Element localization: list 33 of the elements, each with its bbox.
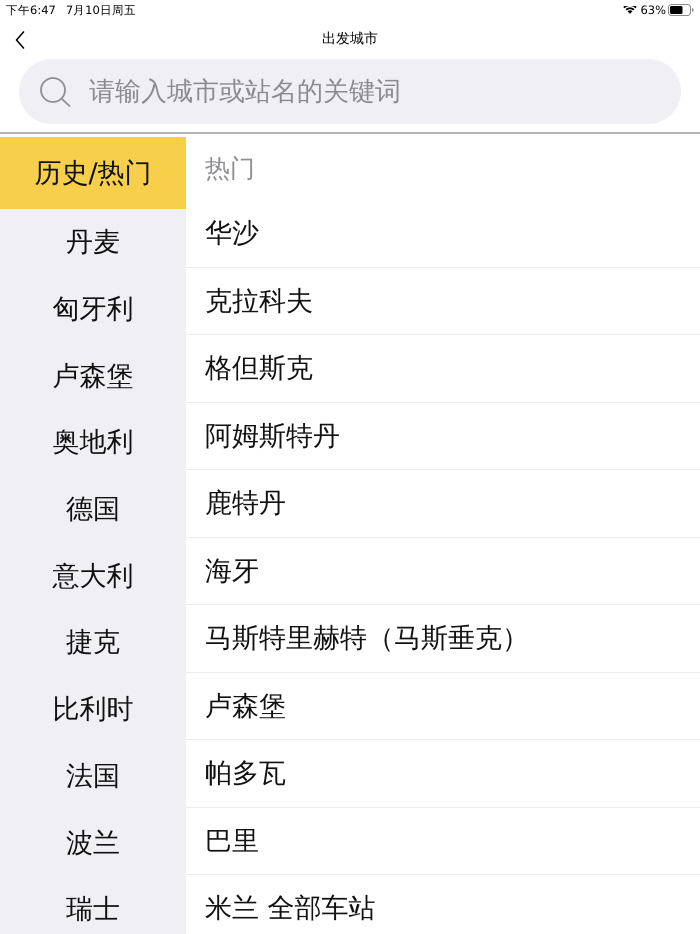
- city-row[interactable]: 鹿特丹: [186, 470, 700, 538]
- country-tab[interactable]: 意大利: [0, 542, 186, 610]
- country-tab[interactable]: 德国: [0, 476, 186, 542]
- status-time: 下午6:47: [6, 3, 56, 17]
- city-row[interactable]: 阿姆斯特丹: [186, 402, 700, 470]
- battery-percent: 63%: [640, 3, 666, 17]
- page-title: 出发城市: [322, 30, 378, 48]
- city-row[interactable]: 华沙: [186, 200, 700, 268]
- city-row[interactable]: 帕多瓦: [186, 740, 700, 808]
- city-row[interactable]: 卢森堡: [186, 672, 700, 740]
- city-row[interactable]: 格但斯克: [186, 335, 700, 402]
- country-tab[interactable]: 卢森堡: [0, 342, 186, 410]
- city-row[interactable]: 马斯特里赫特（马斯垂克）: [186, 605, 700, 672]
- wifi-icon: [623, 6, 638, 14]
- country-tab[interactable]: 法国: [0, 742, 186, 810]
- city-row[interactable]: 克拉科夫: [186, 268, 700, 335]
- search-field[interactable]: 请输入城市或站名的关键词: [19, 59, 681, 124]
- city-row[interactable]: 海牙: [186, 538, 700, 605]
- country-tab[interactable]: 历史/热门: [0, 137, 186, 209]
- country-tab[interactable]: 瑞士: [0, 876, 186, 934]
- status-date: 7月10日周五: [66, 3, 136, 17]
- chevron-left-icon: [15, 31, 25, 49]
- country-tab[interactable]: 捷克: [0, 609, 186, 676]
- city-row[interactable]: 巴里: [186, 808, 700, 875]
- country-tab[interactable]: 匈牙利: [0, 276, 186, 342]
- country-tab[interactable]: 丹麦: [0, 209, 186, 276]
- city-row[interactable]: 米兰 全部车站: [186, 875, 700, 934]
- section-header: 热门: [204, 153, 256, 185]
- country-tab[interactable]: 比利时: [0, 676, 186, 742]
- battery-icon: [668, 4, 694, 16]
- country-tab[interactable]: 波兰: [0, 809, 186, 876]
- country-tab[interactable]: 奥地利: [0, 409, 186, 476]
- search-icon: [40, 77, 71, 107]
